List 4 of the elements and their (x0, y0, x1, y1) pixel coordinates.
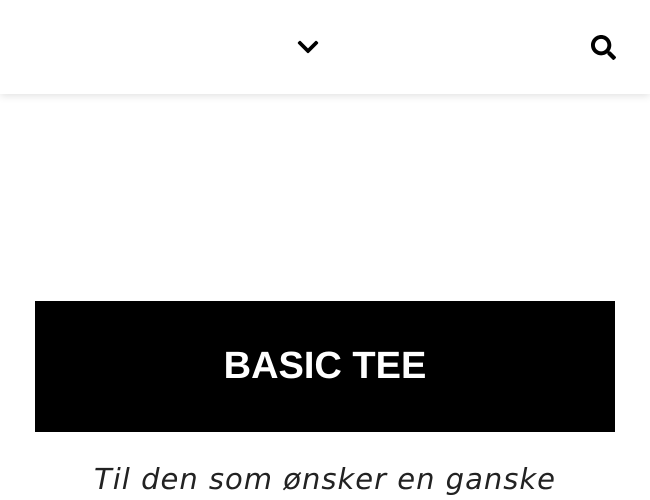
intro-text: Til den som ønsker en ganske (93, 462, 557, 496)
search-button[interactable] (591, 34, 616, 60)
banner-title: BASIC TEE (224, 345, 426, 388)
search-icon (591, 34, 616, 60)
